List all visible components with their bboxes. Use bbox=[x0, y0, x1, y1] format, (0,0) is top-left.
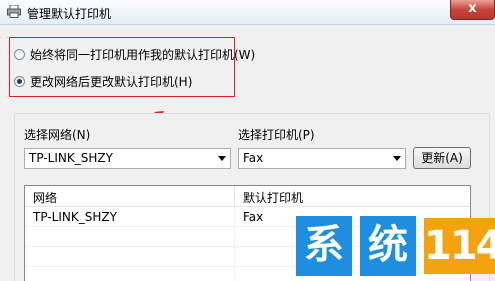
watermark-char: 系 bbox=[296, 216, 352, 276]
column-header-default-printer[interactable]: 默认打印机 bbox=[243, 189, 303, 206]
chevron-down-icon[interactable] bbox=[393, 156, 401, 161]
network-select-value: TP-LINK_SHZY bbox=[29, 151, 113, 165]
watermark-char: 统 bbox=[360, 216, 416, 276]
table-header: 网络 默认打印机 bbox=[25, 186, 470, 207]
column-header-network[interactable]: 网络 bbox=[33, 189, 57, 206]
window-title: 管理默认打印机 bbox=[27, 7, 112, 21]
printer-select[interactable]: Fax bbox=[238, 148, 406, 169]
printer-select-value: Fax bbox=[243, 151, 264, 165]
watermark-logo: 系 统 114 bbox=[296, 216, 495, 281]
printer-icon bbox=[7, 5, 21, 18]
network-select-label: 选择网络(N) bbox=[24, 128, 91, 142]
column-divider bbox=[234, 186, 235, 206]
title-bar: 管理默认打印机 x bbox=[0, 0, 495, 25]
annotation-highlight-box bbox=[9, 37, 235, 97]
printer-select-label: 选择打印机(P) bbox=[238, 128, 315, 142]
cell-printer: Fax bbox=[243, 210, 264, 224]
column-divider bbox=[234, 206, 235, 281]
close-button[interactable]: x bbox=[450, 0, 495, 20]
chevron-down-icon[interactable] bbox=[218, 156, 226, 161]
update-button[interactable]: 更新(A) bbox=[413, 147, 471, 169]
cell-network: TP-LINK_SHZY bbox=[33, 210, 117, 224]
watermark-number: 114 bbox=[424, 218, 495, 274]
network-select[interactable]: TP-LINK_SHZY bbox=[24, 148, 231, 169]
